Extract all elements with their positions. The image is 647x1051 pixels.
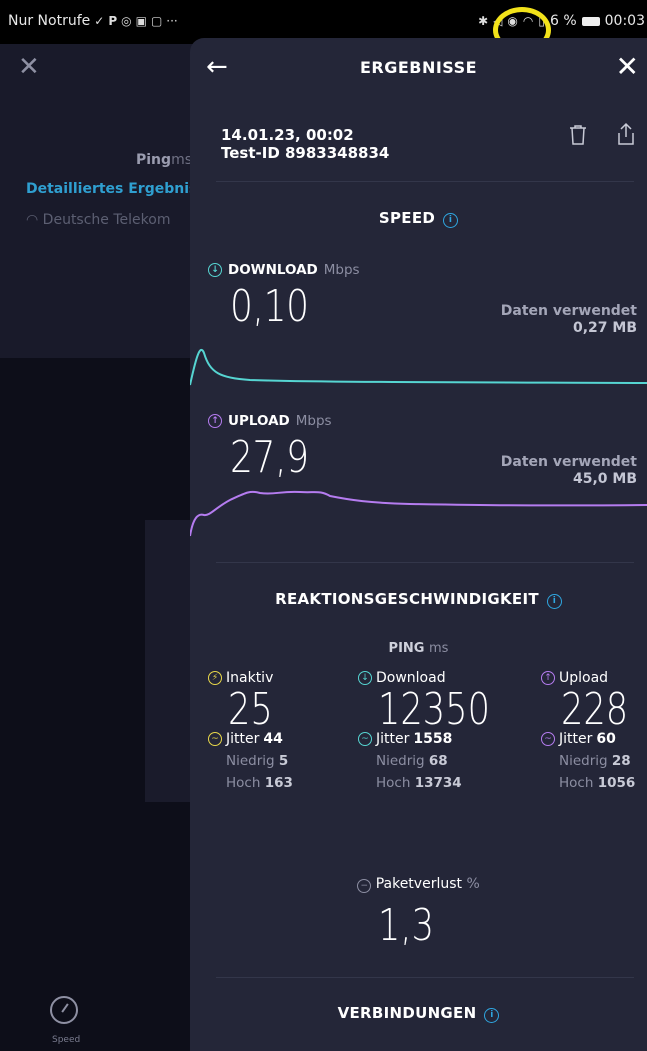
download-data-used: Daten verwendet 0,27 MB: [500, 303, 637, 336]
result-date: 14.01.23, 00:02: [221, 126, 354, 144]
info-icon[interactable]: i: [546, 594, 562, 609]
nav-speed-label[interactable]: Speed: [52, 1035, 80, 1045]
share-icon[interactable]: [616, 122, 636, 146]
message-icon: ▢: [150, 14, 163, 28]
detailed-result-link[interactable]: Detailliertes Ergebnis: [26, 181, 197, 197]
ping-download-value: 12350: [378, 684, 490, 735]
upload-header: ↑ UPLOAD Mbps: [208, 413, 332, 429]
results-panel: ← ERGEBNISSE ✕ 14.01.23, 00:02 Test-ID 8…: [190, 38, 647, 1051]
background-ping-label: Pingms: [136, 152, 192, 168]
whatsapp-icon: ◎: [121, 14, 132, 28]
ping-idle-column: ⚡ Inaktiv 25 ~ Jitter 44 Niedrig 5 Hoch 16…: [208, 670, 293, 791]
clock: 00:03: [604, 13, 645, 29]
divider: [216, 562, 634, 563]
download-header: ↓ DOWNLOAD Mbps: [208, 262, 360, 278]
background-result-card: [0, 44, 200, 358]
info-icon[interactable]: i: [443, 213, 459, 228]
trash-icon[interactable]: [568, 124, 588, 146]
upload-speed-value: 27,9: [230, 432, 309, 483]
packet-loss-value: 1,3: [378, 900, 434, 951]
ping-label: PING ms: [388, 641, 449, 656]
jitter-icon: ~: [358, 732, 372, 746]
ping-upload-column: ↑ Upload 228 ~ Jitter 60 Niedrig 28 Hoch 1…: [541, 670, 645, 791]
upload-arrow-icon: ↑: [208, 414, 222, 428]
ping-upload-value: 228: [561, 684, 629, 735]
ping-idle-value: 25: [228, 684, 273, 735]
ping-download-column: ↓ Download 12350 ~ Jitter 1558 Niedrig 68 …: [358, 670, 518, 791]
speed-section-title: SPEED i: [190, 209, 647, 228]
calendar-icon: ▣: [135, 14, 147, 28]
info-icon[interactable]: i: [484, 1008, 500, 1023]
upload-arrow-icon: ↑: [541, 671, 555, 685]
download-speed-value: 0,10: [230, 281, 309, 332]
idle-icon: ⚡: [208, 671, 222, 685]
packet-loss-icon: −: [357, 879, 372, 893]
download-arrow-icon: ↓: [358, 671, 372, 685]
connections-section-title: VERBINDUNGEN i: [190, 1004, 647, 1023]
upload-chart-line: [190, 490, 647, 537]
jitter-icon: ~: [208, 732, 222, 746]
provider-label: ◠ Deutsche Telekom: [26, 212, 171, 228]
download-arrow-icon: ↓: [208, 263, 222, 277]
close-icon[interactable]: ✕: [616, 50, 639, 83]
battery-icon: [581, 16, 600, 26]
parking-icon: P: [108, 14, 118, 28]
download-chart: [190, 348, 647, 386]
background-close-icon[interactable]: ✕: [18, 52, 40, 82]
carrier-label: Nur Notrufe: [8, 13, 91, 29]
bluetooth-icon: ✱: [478, 14, 489, 28]
packet-loss-label: − Paketverlust %: [190, 876, 647, 893]
upload-chart: [190, 490, 647, 537]
divider: [216, 181, 634, 182]
divider: [216, 977, 634, 978]
download-chart-line: [190, 348, 647, 386]
battery-percent: 6 %: [549, 13, 577, 29]
reaction-section-title: REAKTIONSGESCHWINDIGKEIT i: [190, 590, 647, 609]
speedometer-icon[interactable]: [50, 996, 78, 1024]
result-test-id: Test-ID 8983348834: [221, 144, 390, 162]
jitter-icon: ~: [541, 732, 555, 746]
page-title: ERGEBNISSE: [359, 58, 478, 77]
more-notifications-icon: ···: [166, 14, 178, 28]
check-icon: ✓: [94, 14, 105, 28]
wifi-icon: ◠: [26, 212, 43, 228]
